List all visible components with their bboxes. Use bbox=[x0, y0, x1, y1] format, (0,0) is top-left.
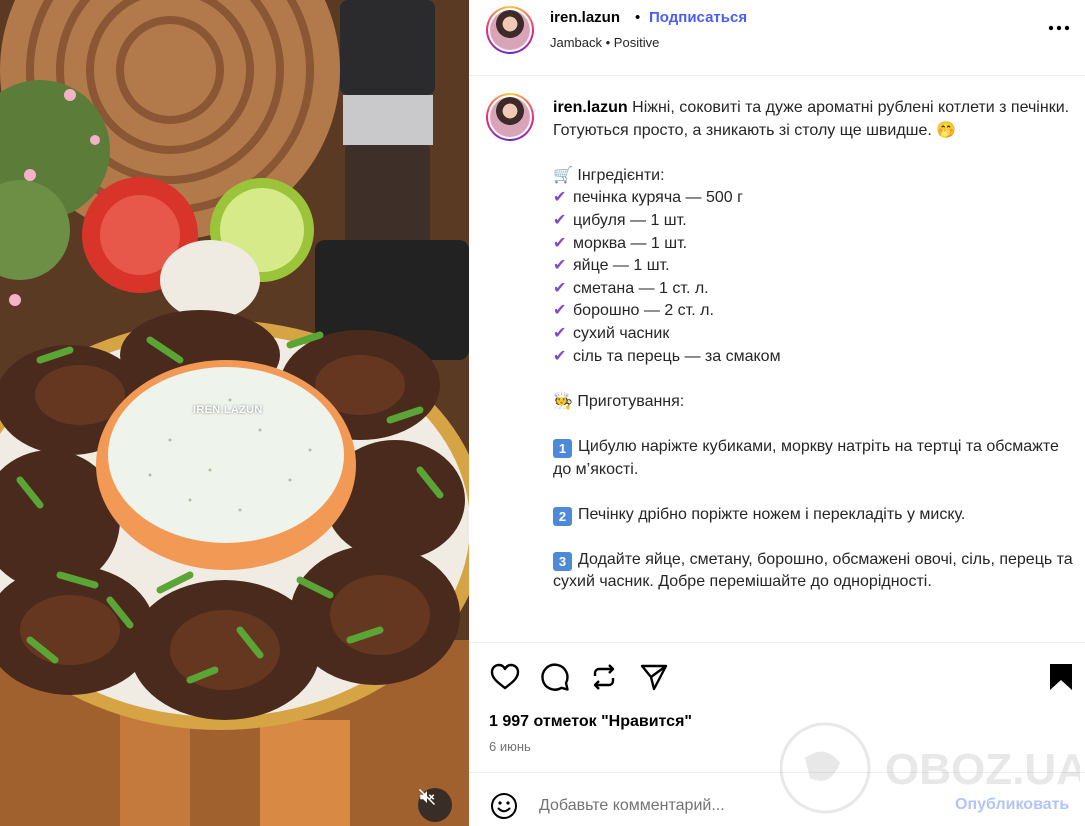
checkmark-icon: ✔ bbox=[553, 324, 567, 342]
step-number-icon: 3 bbox=[553, 551, 572, 571]
checkmark-icon: ✔ bbox=[553, 347, 567, 365]
checkmark-icon: ✔ bbox=[553, 234, 567, 252]
ingredient-item: ✔ печінка куряча — 500 г bbox=[553, 187, 1073, 210]
ingredient-text: цибуля — 1 шт. bbox=[573, 211, 687, 229]
smiley-icon[interactable] bbox=[489, 791, 519, 821]
author-avatar[interactable] bbox=[486, 6, 534, 54]
separator-dot: • bbox=[635, 9, 641, 26]
audio-track-link[interactable]: Jamback • Positive bbox=[550, 35, 659, 50]
publish-button[interactable]: Опубликовать bbox=[955, 796, 1069, 814]
ingredient-text: печінка куряча — 500 г bbox=[573, 189, 743, 207]
comment-bar: Опубликовать bbox=[469, 772, 1085, 826]
post-actions: 1 997 отметок "Нравится" 6 июнь bbox=[469, 642, 1085, 772]
ingredient-item: ✔ сіль та перець — за смаком bbox=[553, 346, 1073, 369]
step-number-icon: 1 bbox=[553, 438, 572, 458]
repost-icon[interactable] bbox=[588, 661, 620, 693]
checkmark-icon: ✔ bbox=[553, 189, 567, 207]
likes-count[interactable]: 1 997 отметок "Нравится" bbox=[489, 713, 692, 731]
checkmark-icon: ✔ bbox=[553, 257, 567, 275]
caption-username[interactable]: iren.lazun bbox=[553, 99, 628, 116]
step-text: Цибулю наріжте кубиками, моркву натріть … bbox=[553, 437, 1059, 478]
checkmark-icon: ✔ bbox=[553, 279, 567, 297]
author-username[interactable]: iren.lazun bbox=[550, 9, 620, 26]
comment-input[interactable] bbox=[539, 793, 939, 819]
post-header: iren.lazun • Подписаться Jamback • Posit… bbox=[469, 0, 1085, 76]
steps-list: 1 Цибулю наріжте кубиками, моркву натріть… bbox=[553, 436, 1073, 617]
checkmark-icon: ✔ bbox=[553, 302, 567, 320]
ingredient-text: сухий часник bbox=[573, 324, 670, 342]
caption-scroll-area[interactable]: iren.lazun Ніжні, соковиті та дуже арома… bbox=[469, 77, 1085, 642]
ingredient-item: ✔ борошно — 2 ст. л. bbox=[553, 300, 1073, 323]
send-icon[interactable] bbox=[638, 661, 670, 693]
method-step: 2 Печінку дрібно поріжте ножем і переклад… bbox=[553, 504, 1073, 527]
follow-button[interactable]: Подписаться bbox=[649, 9, 747, 26]
ingredient-text: борошно — 2 ст. л. bbox=[573, 302, 714, 320]
mute-button[interactable] bbox=[418, 788, 452, 822]
method-step: 3 Додайте яйце, сметану, борошно, обсмаже… bbox=[553, 549, 1073, 594]
post-media[interactable]: IREN.LAZUN bbox=[0, 0, 469, 826]
ingredient-item: ✔ сметана — 1 ст. л. bbox=[553, 278, 1073, 301]
checkmark-icon: ✔ bbox=[553, 211, 567, 229]
caption-avatar[interactable] bbox=[486, 93, 534, 141]
more-horizontal-icon[interactable] bbox=[1045, 18, 1073, 38]
method-step: 1 Цибулю наріжте кубиками, моркву натріть… bbox=[553, 436, 1073, 481]
ingredient-text: сметана — 1 ст. л. bbox=[573, 279, 709, 297]
post-panel: iren.lazun • Подписаться Jamback • Posit… bbox=[469, 0, 1085, 826]
ingredient-item: ✔ морква — 1 шт. bbox=[553, 233, 1073, 256]
post-date: 6 июнь bbox=[489, 739, 531, 754]
speaker-muted-icon bbox=[418, 788, 436, 806]
step-number-icon: 2 bbox=[553, 506, 572, 526]
heart-icon[interactable] bbox=[489, 661, 521, 693]
caption-text: iren.lazun Ніжні, соковиті та дуже арома… bbox=[553, 97, 1073, 617]
ingredient-item: ✔ сухий часник bbox=[553, 323, 1073, 346]
ingredients-list: ✔ печінка куряча — 500 г ✔ цибуля — 1 шт. ✔ м… bbox=[553, 187, 1073, 368]
ingredient-text: морква — 1 шт. bbox=[573, 234, 688, 252]
step-text: Печінку дрібно поріжте ножем і перекладі… bbox=[578, 505, 966, 523]
ingredient-text: сіль та перець — за смаком bbox=[573, 347, 781, 365]
video-overlay-text: IREN.LAZUN bbox=[193, 404, 263, 416]
step-text: Додайте яйце, сметану, борошно, обсмажен… bbox=[553, 550, 1073, 591]
ingredient-text: яйце — 1 шт. bbox=[573, 257, 670, 275]
bookmark-icon[interactable] bbox=[1045, 661, 1077, 693]
ingredient-item: ✔ яйце — 1 шт. bbox=[553, 255, 1073, 278]
ingredient-item: ✔ цибуля — 1 шт. bbox=[553, 210, 1073, 233]
method-title: 🧑‍🍳 Приготування: bbox=[553, 392, 685, 410]
ingredients-title: 🛒 Інгредієнти: bbox=[553, 166, 665, 184]
comment-icon[interactable] bbox=[539, 661, 571, 693]
caption-intro: Ніжні, соковиті та дуже ароматні рублені… bbox=[553, 99, 1070, 139]
